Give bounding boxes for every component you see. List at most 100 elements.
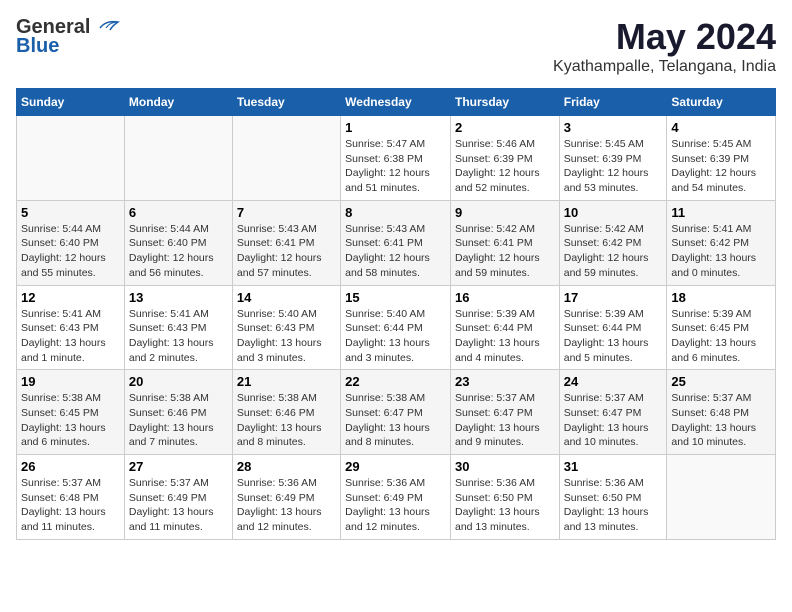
location-subtitle: Kyathampalle, Telangana, India bbox=[553, 58, 776, 76]
day-info: Sunrise: 5:38 AM Sunset: 6:46 PM Dayligh… bbox=[237, 391, 336, 450]
day-number: 23 bbox=[455, 374, 555, 389]
day-number: 3 bbox=[564, 120, 663, 135]
calendar-cell: 18Sunrise: 5:39 AM Sunset: 6:45 PM Dayli… bbox=[667, 285, 776, 370]
calendar-cell: 28Sunrise: 5:36 AM Sunset: 6:49 PM Dayli… bbox=[232, 455, 340, 540]
day-info: Sunrise: 5:38 AM Sunset: 6:47 PM Dayligh… bbox=[345, 391, 446, 450]
day-number: 1 bbox=[345, 120, 446, 135]
calendar-cell: 1 Sunrise: 5:47 AM Sunset: 6:38 PM Daylig… bbox=[341, 116, 451, 201]
day-info: Sunrise: 5:44 AM Sunset: 6:40 PM Dayligh… bbox=[129, 222, 228, 281]
calendar-header-row: SundayMondayTuesdayWednesdayThursdayFrid… bbox=[17, 89, 776, 116]
day-info: Sunrise: 5:36 AM Sunset: 6:49 PM Dayligh… bbox=[237, 476, 336, 535]
day-number: 12 bbox=[21, 290, 120, 305]
calendar-cell: 25 Sunrise: 5:37 AM Sunset: 6:48 PM Dayli… bbox=[667, 370, 776, 455]
calendar-cell: 14 Sunrise: 5:40 AM Sunset: 6:43 PM Dayli… bbox=[232, 285, 340, 370]
calendar-cell: 31Sunrise: 5:36 AM Sunset: 6:50 PM Dayli… bbox=[559, 455, 667, 540]
day-info: Sunrise: 5:43 AM Sunset: 6:41 PM Dayligh… bbox=[345, 222, 446, 281]
day-info: Sunrise: 5:46 AM Sunset: 6:39 PM Dayligh… bbox=[455, 137, 555, 196]
day-info: Sunrise: 5:36 AM Sunset: 6:50 PM Dayligh… bbox=[455, 476, 555, 535]
page-header: General Blue May 2024 Kyathampalle, Tela… bbox=[16, 16, 776, 76]
day-info: Sunrise: 5:41 AM Sunset: 6:42 PM Dayligh… bbox=[671, 222, 771, 281]
day-number: 9 bbox=[455, 205, 555, 220]
calendar-cell bbox=[232, 116, 340, 201]
day-info: Sunrise: 5:36 AM Sunset: 6:49 PM Dayligh… bbox=[345, 476, 446, 535]
day-header-thursday: Thursday bbox=[450, 89, 559, 116]
logo: General Blue bbox=[16, 16, 120, 58]
day-info: Sunrise: 5:37 AM Sunset: 6:48 PM Dayligh… bbox=[21, 476, 120, 535]
day-number: 4 bbox=[671, 120, 771, 135]
calendar-cell: 6 Sunrise: 5:44 AM Sunset: 6:40 PM Daylig… bbox=[124, 200, 232, 285]
day-info: Sunrise: 5:37 AM Sunset: 6:47 PM Dayligh… bbox=[455, 391, 555, 450]
calendar-cell: 23 Sunrise: 5:37 AM Sunset: 6:47 PM Dayli… bbox=[450, 370, 559, 455]
title-block: May 2024 Kyathampalle, Telangana, India bbox=[553, 16, 776, 76]
day-info: Sunrise: 5:44 AM Sunset: 6:40 PM Dayligh… bbox=[21, 222, 120, 281]
calendar-cell: 3 Sunrise: 5:45 AM Sunset: 6:39 PM Daylig… bbox=[559, 116, 667, 201]
day-info: Sunrise: 5:38 AM Sunset: 6:45 PM Dayligh… bbox=[21, 391, 120, 450]
day-header-sunday: Sunday bbox=[17, 89, 125, 116]
day-info: Sunrise: 5:38 AM Sunset: 6:46 PM Dayligh… bbox=[129, 391, 228, 450]
day-number: 8 bbox=[345, 205, 446, 220]
day-number: 21 bbox=[237, 374, 336, 389]
day-number: 13 bbox=[129, 290, 228, 305]
day-number: 30 bbox=[455, 459, 555, 474]
day-info: Sunrise: 5:42 AM Sunset: 6:42 PM Dayligh… bbox=[564, 222, 663, 281]
day-number: 6 bbox=[129, 205, 228, 220]
day-number: 14 bbox=[237, 290, 336, 305]
day-number: 10 bbox=[564, 205, 663, 220]
day-info: Sunrise: 5:36 AM Sunset: 6:50 PM Dayligh… bbox=[564, 476, 663, 535]
day-info: Sunrise: 5:39 AM Sunset: 6:44 PM Dayligh… bbox=[455, 307, 555, 366]
day-info: Sunrise: 5:40 AM Sunset: 6:44 PM Dayligh… bbox=[345, 307, 446, 366]
calendar-cell: 9 Sunrise: 5:42 AM Sunset: 6:41 PM Daylig… bbox=[450, 200, 559, 285]
day-number: 7 bbox=[237, 205, 336, 220]
calendar-cell: 29 Sunrise: 5:36 AM Sunset: 6:49 PM Dayli… bbox=[341, 455, 451, 540]
calendar-week-row: 5 Sunrise: 5:44 AM Sunset: 6:40 PM Daylig… bbox=[17, 200, 776, 285]
calendar-cell: 7 Sunrise: 5:43 AM Sunset: 6:41 PM Daylig… bbox=[232, 200, 340, 285]
calendar-cell: 12 Sunrise: 5:41 AM Sunset: 6:43 PM Dayli… bbox=[17, 285, 125, 370]
calendar-table: SundayMondayTuesdayWednesdayThursdayFrid… bbox=[16, 88, 776, 540]
day-number: 17 bbox=[564, 290, 663, 305]
day-info: Sunrise: 5:47 AM Sunset: 6:38 PM Dayligh… bbox=[345, 137, 446, 196]
day-number: 26 bbox=[21, 459, 120, 474]
calendar-cell: 2 Sunrise: 5:46 AM Sunset: 6:39 PM Daylig… bbox=[450, 116, 559, 201]
day-info: Sunrise: 5:39 AM Sunset: 6:45 PM Dayligh… bbox=[671, 307, 771, 366]
calendar-cell: 13Sunrise: 5:41 AM Sunset: 6:43 PM Dayli… bbox=[124, 285, 232, 370]
calendar-week-row: 19 Sunrise: 5:38 AM Sunset: 6:45 PM Dayli… bbox=[17, 370, 776, 455]
calendar-cell: 27 Sunrise: 5:37 AM Sunset: 6:49 PM Dayli… bbox=[124, 455, 232, 540]
day-number: 5 bbox=[21, 205, 120, 220]
calendar-cell: 19 Sunrise: 5:38 AM Sunset: 6:45 PM Dayli… bbox=[17, 370, 125, 455]
day-number: 22 bbox=[345, 374, 446, 389]
calendar-cell: 30 Sunrise: 5:36 AM Sunset: 6:50 PM Dayli… bbox=[450, 455, 559, 540]
day-info: Sunrise: 5:39 AM Sunset: 6:44 PM Dayligh… bbox=[564, 307, 663, 366]
calendar-cell: 10 Sunrise: 5:42 AM Sunset: 6:42 PM Dayli… bbox=[559, 200, 667, 285]
day-info: Sunrise: 5:37 AM Sunset: 6:49 PM Dayligh… bbox=[129, 476, 228, 535]
calendar-cell: 11 Sunrise: 5:41 AM Sunset: 6:42 PM Dayli… bbox=[667, 200, 776, 285]
day-header-saturday: Saturday bbox=[667, 89, 776, 116]
day-header-friday: Friday bbox=[559, 89, 667, 116]
day-number: 29 bbox=[345, 459, 446, 474]
day-info: Sunrise: 5:41 AM Sunset: 6:43 PM Dayligh… bbox=[21, 307, 120, 366]
calendar-cell: 16 Sunrise: 5:39 AM Sunset: 6:44 PM Dayli… bbox=[450, 285, 559, 370]
calendar-cell bbox=[17, 116, 125, 201]
day-number: 19 bbox=[21, 374, 120, 389]
day-number: 2 bbox=[455, 120, 555, 135]
calendar-cell: 15 Sunrise: 5:40 AM Sunset: 6:44 PM Dayli… bbox=[341, 285, 451, 370]
calendar-cell: 24 Sunrise: 5:37 AM Sunset: 6:47 PM Dayli… bbox=[559, 370, 667, 455]
day-info: Sunrise: 5:45 AM Sunset: 6:39 PM Dayligh… bbox=[564, 137, 663, 196]
day-number: 16 bbox=[455, 290, 555, 305]
day-info: Sunrise: 5:40 AM Sunset: 6:43 PM Dayligh… bbox=[237, 307, 336, 366]
day-header-wednesday: Wednesday bbox=[341, 89, 451, 116]
day-number: 15 bbox=[345, 290, 446, 305]
day-number: 24 bbox=[564, 374, 663, 389]
day-info: Sunrise: 5:43 AM Sunset: 6:41 PM Dayligh… bbox=[237, 222, 336, 281]
day-number: 27 bbox=[129, 459, 228, 474]
day-info: Sunrise: 5:45 AM Sunset: 6:39 PM Dayligh… bbox=[671, 137, 771, 196]
calendar-cell: 21 Sunrise: 5:38 AM Sunset: 6:46 PM Dayli… bbox=[232, 370, 340, 455]
day-info: Sunrise: 5:42 AM Sunset: 6:41 PM Dayligh… bbox=[455, 222, 555, 281]
calendar-week-row: 12 Sunrise: 5:41 AM Sunset: 6:43 PM Dayli… bbox=[17, 285, 776, 370]
calendar-cell: 8 Sunrise: 5:43 AM Sunset: 6:41 PM Daylig… bbox=[341, 200, 451, 285]
logo-bird-icon bbox=[92, 18, 120, 38]
day-number: 25 bbox=[671, 374, 771, 389]
day-info: Sunrise: 5:37 AM Sunset: 6:48 PM Dayligh… bbox=[671, 391, 771, 450]
day-info: Sunrise: 5:37 AM Sunset: 6:47 PM Dayligh… bbox=[564, 391, 663, 450]
calendar-cell: 17 Sunrise: 5:39 AM Sunset: 6:44 PM Dayli… bbox=[559, 285, 667, 370]
day-number: 11 bbox=[671, 205, 771, 220]
